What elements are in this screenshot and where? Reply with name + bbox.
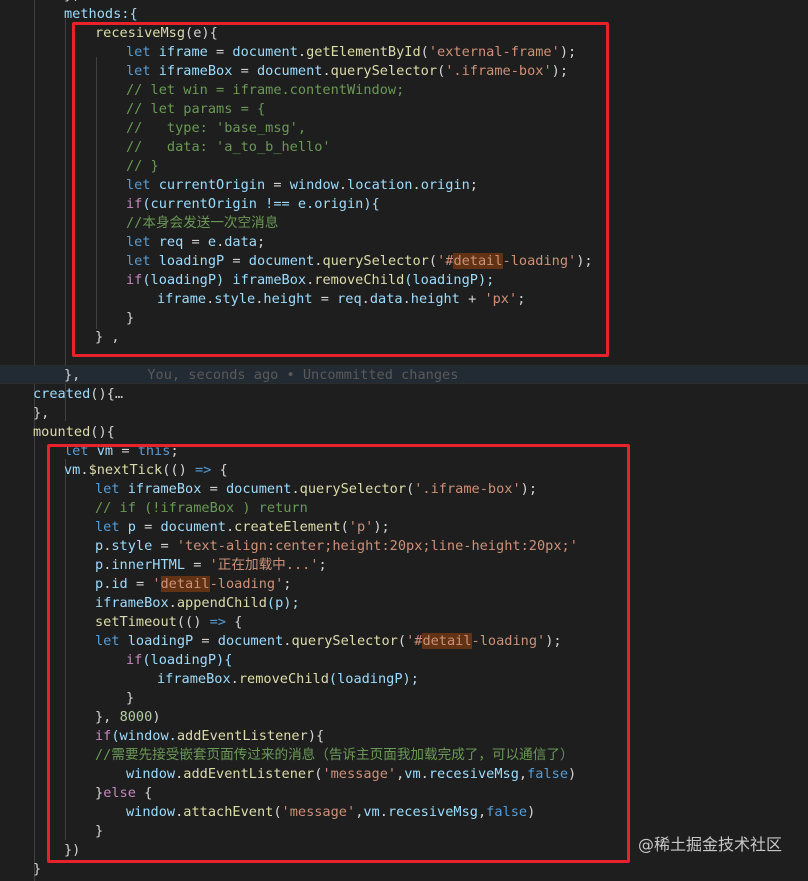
code-line: }, (33, 405, 50, 421)
code-line: let iframe = document.getElementById('ex… (126, 44, 577, 60)
code-line: let vm = this; (64, 443, 179, 459)
code-line: created(){… (33, 386, 124, 402)
code-comment: // type: 'base_msg', (126, 120, 307, 136)
code-line: window.addEventListener('message',vm.rec… (126, 766, 577, 782)
code-line: let req = e.data; (126, 234, 266, 250)
code-line: mounted(){ (33, 424, 115, 440)
code-line: } (126, 310, 135, 326)
watermark: @稀土掘金技术社区 (637, 835, 782, 854)
code-comment: // if (!iframeBox ) return (95, 500, 308, 516)
code-line: if(window.addEventListener){ (95, 728, 325, 744)
code-comment: // let params = { (126, 101, 266, 117)
indent-guide (65, 459, 66, 840)
code-line: if(loadingP) iframeBox.removeChild(loadi… (126, 272, 495, 288)
code-line: let iframeBox = document.querySelector('… (95, 481, 538, 497)
code-line: window.attachEvent('message',vm.recesive… (126, 804, 536, 820)
code-line: let p = document.createElement('p'); (95, 519, 390, 535)
code-line: let loadingP = document.querySelector('#… (95, 633, 562, 649)
folded-ellipsis-icon[interactable]: … (115, 386, 123, 402)
code-line: if(currentOrigin !== e.origin){ (126, 196, 380, 212)
indent-guide (65, 19, 66, 421)
code-line: let loadingP = document.querySelector('#… (126, 253, 593, 269)
code-line: let currentOrigin = window.location.orig… (126, 177, 478, 193)
code-line: p.innerHTML = '正在加载中...'; (95, 557, 327, 573)
code-comment: //需要先接受嵌套页面传过来的消息（告诉主页面我加载完成了，可以通信了） (95, 747, 574, 763)
code-line: p.style = 'text-align:center;height:20px… (95, 538, 578, 554)
code-line: } (33, 861, 42, 877)
code-comment: // let win = iframe.contentWindow; (126, 82, 405, 98)
code-line: vm.$nextTick(() => { (64, 462, 228, 478)
current-line[interactable]: }, You, seconds ago • Uncommitted changes (0, 365, 808, 384)
code-line: } (126, 690, 135, 706)
code-line: }, 8000) (95, 709, 161, 725)
code-line: methods:{ (64, 6, 138, 22)
code-line: p.id = 'detail-loading'; (95, 576, 292, 592)
code-line: setTimeout(() => { (95, 614, 243, 630)
code-line: iframeBox.appendChild(p); (95, 595, 300, 611)
code-line: iframeBox.removeChild(loadingP); (157, 671, 419, 687)
code-line: if(loadingP){ (126, 652, 233, 668)
code-line: let iframeBox = document.querySelector('… (126, 63, 569, 79)
git-blame-annotation: You, seconds ago • Uncommitted changes (147, 367, 459, 383)
code-line: iframe.style.height = req.data.height + … (157, 291, 526, 307)
code-comment: // } (126, 158, 159, 174)
code-comment: //本身会发送一次空消息 (126, 215, 279, 231)
code-editor[interactable]: }, methods:{ recesiveMsg(e){ let iframe … (0, 0, 808, 881)
code-line: recesiveMsg(e){ (95, 25, 218, 41)
code-line: }else { (95, 785, 153, 801)
code-comment: // data: 'a_to_b_hello' (126, 139, 331, 155)
code-line: } , (95, 329, 120, 345)
indent-guide (96, 57, 97, 329)
